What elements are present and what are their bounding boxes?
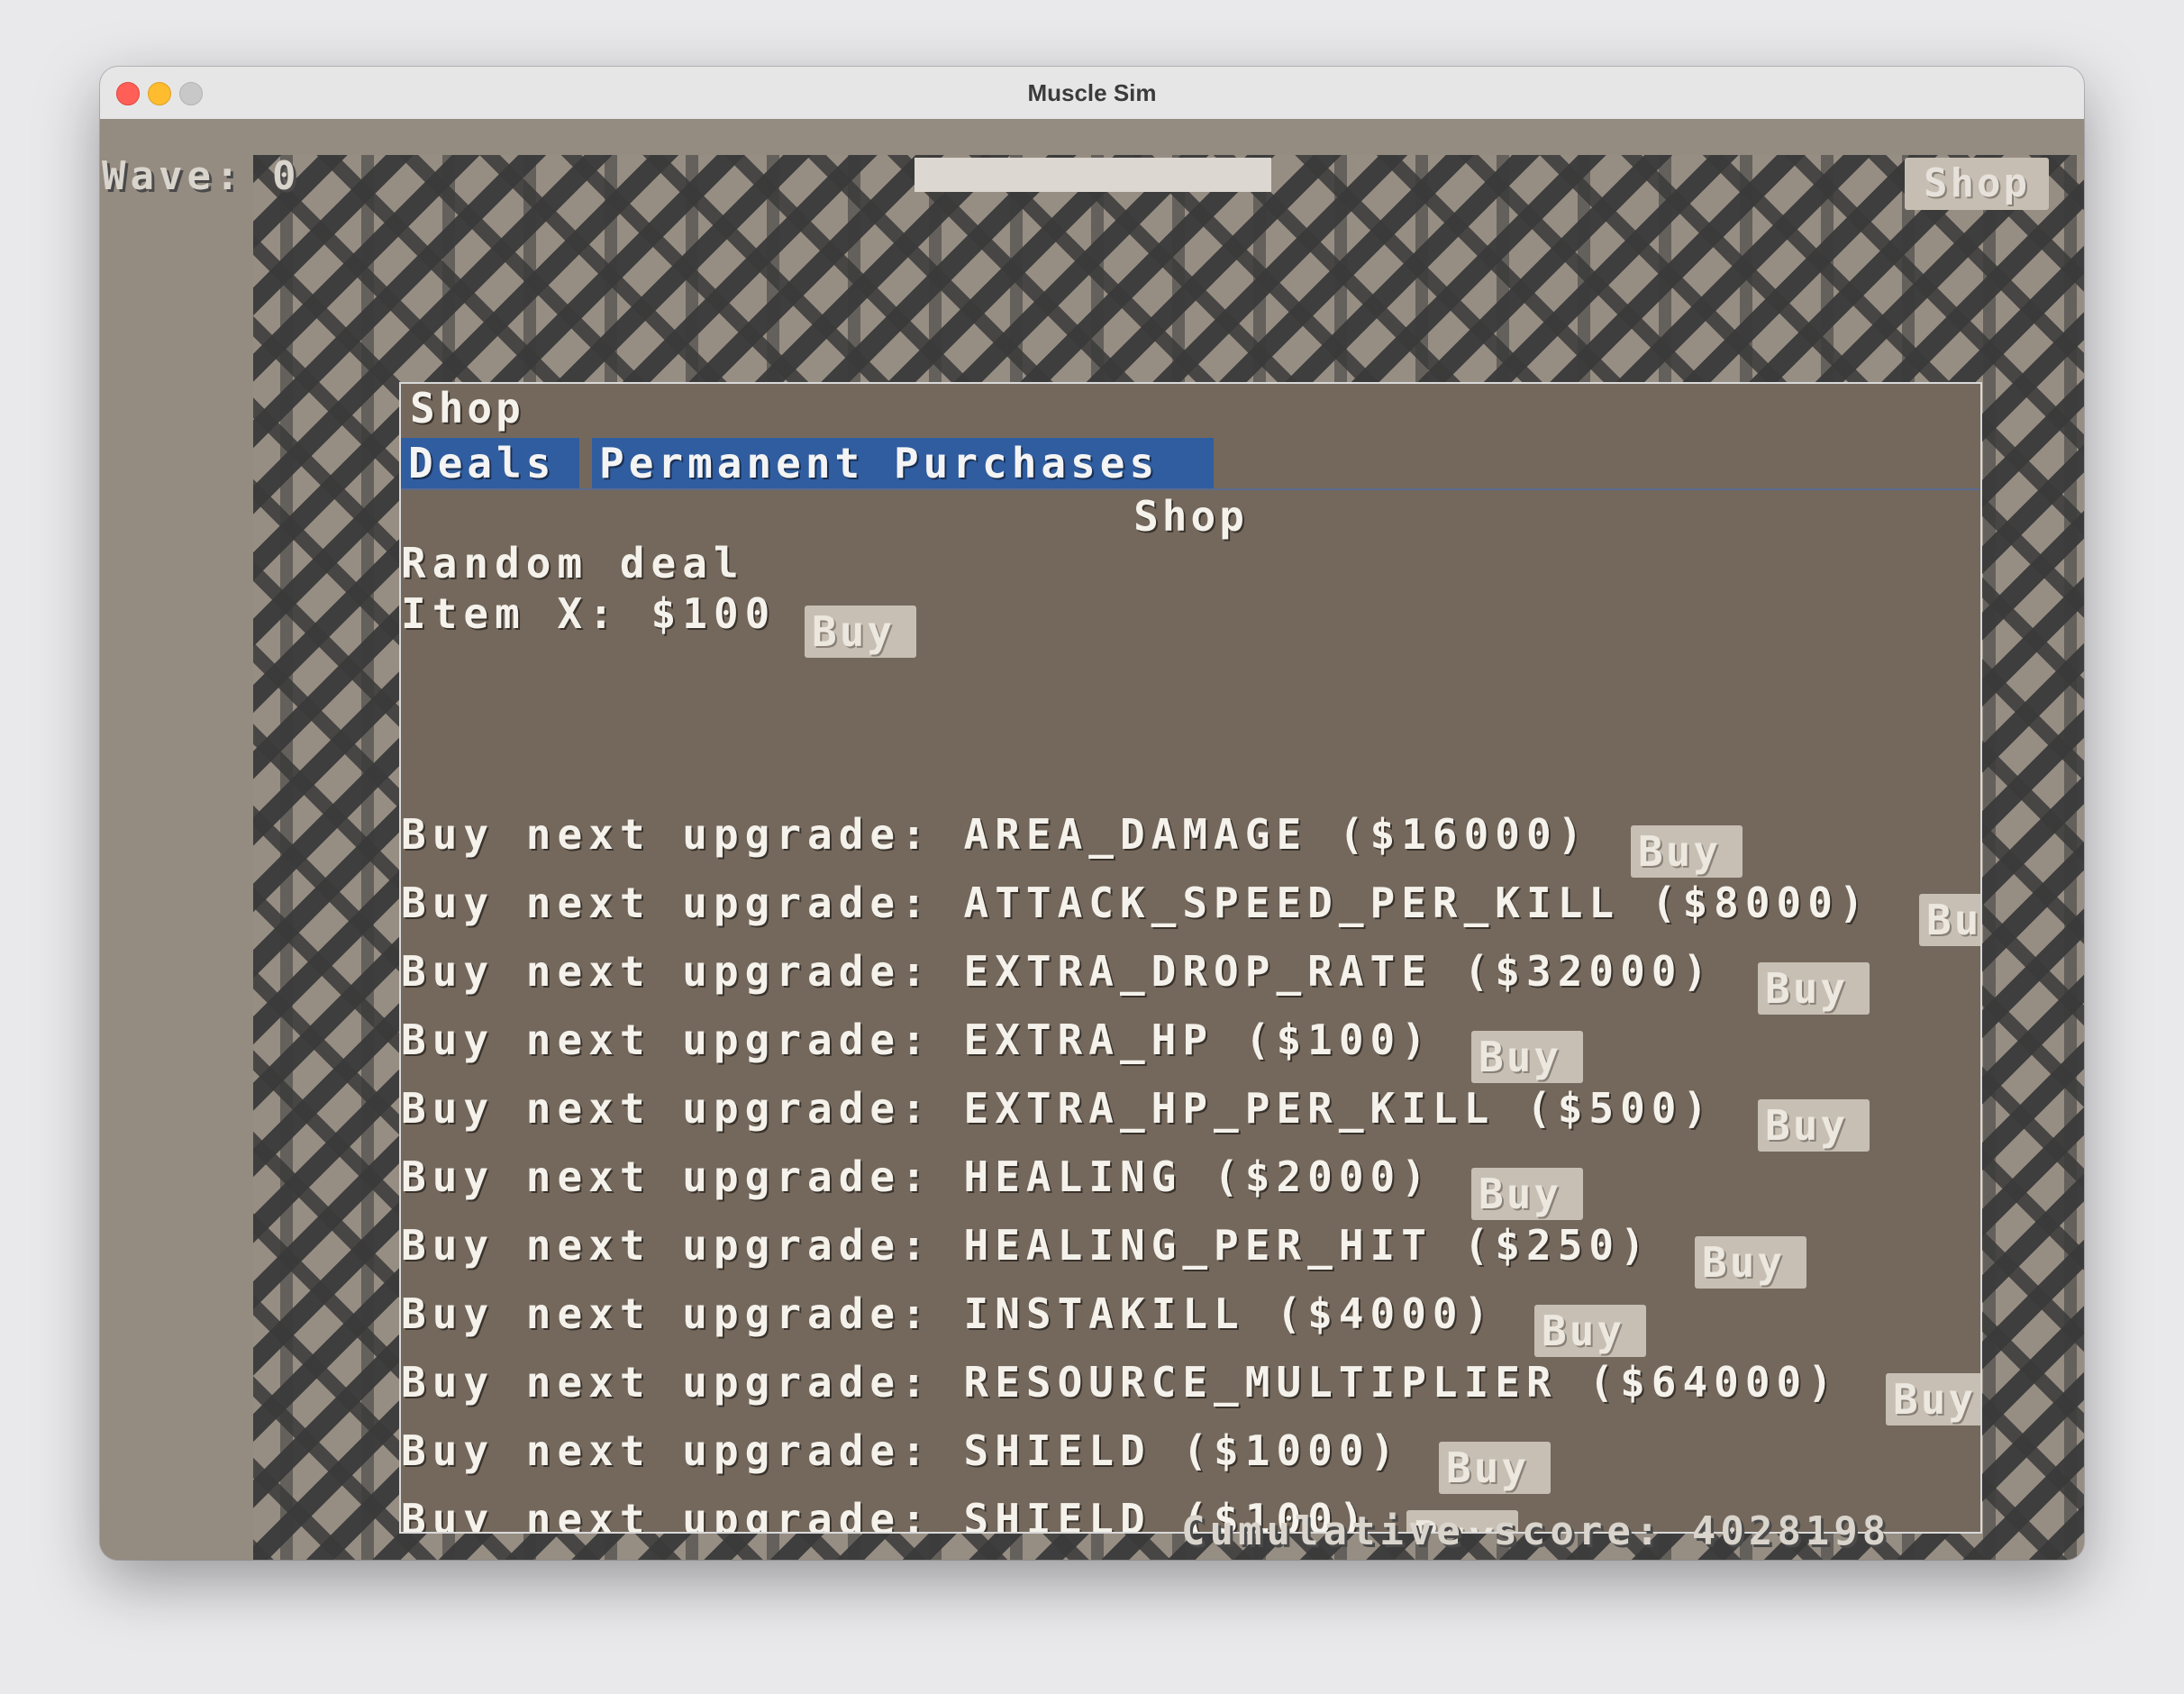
upgrade-extra-drop-rate-text: Buy next upgrade: EXTRA_DROP_RATE ($3200… xyxy=(401,947,1715,996)
random-item-text: Item X: $100 xyxy=(401,589,777,638)
upgrade-attack-speed-text: Buy next upgrade: ATTACK_SPEED_PER_KILL … xyxy=(401,879,1870,927)
title-bar: Muscle Sim xyxy=(100,67,2084,120)
wave-value: 0 xyxy=(271,153,301,199)
game-canvas[interactable]: Wave: 0 Shop Shop Deals Permanent Purcha… xyxy=(100,119,2084,1560)
upgrade-instakill-text: Buy next upgrade: INSTAKILL ($4000) xyxy=(401,1289,1496,1338)
window-title: Muscle Sim xyxy=(1027,79,1157,106)
shop-panel-title: Shop xyxy=(410,384,524,433)
shop-tabs: Deals Permanent Purchases xyxy=(401,438,1980,490)
shop-toggle-button[interactable]: Shop xyxy=(1905,158,2049,210)
buy-shield-button[interactable]: Buy xyxy=(1439,1442,1551,1494)
upgrade-healing-per-hit-text: Buy next upgrade: HEALING_PER_HIT ($250) xyxy=(401,1221,1652,1270)
buy-healing-per-hit-button[interactable]: Buy xyxy=(1695,1236,1806,1289)
buy-extra-hp-per-kill-button[interactable]: Buy xyxy=(1758,1099,1870,1152)
buy-area-damage-button[interactable]: Buy xyxy=(1631,825,1743,878)
buy-resource-multiplier-button[interactable]: Buy xyxy=(1886,1373,1980,1425)
upgrade-area-damage-text: Buy next upgrade: AREA_DAMAGE ($16000) xyxy=(401,810,1589,859)
upgrade-extra-hp-text: Buy next upgrade: EXTRA_HP ($100) xyxy=(401,1015,1433,1064)
shop-heading: Shop xyxy=(1133,492,1248,541)
buy-extra-hp-button[interactable]: Buy xyxy=(1471,1031,1583,1083)
score-value: 4028198 xyxy=(1691,1508,1891,1554)
upgrade-resource-multiplier-text: Buy next upgrade: RESOURCE_MULTIPLIER ($… xyxy=(401,1358,1839,1407)
buy-attack-speed-button[interactable]: Buy xyxy=(1919,894,1980,946)
wave-label: Wave: xyxy=(102,153,244,199)
health-bar xyxy=(915,158,1271,192)
wave-counter: Wave: 0 xyxy=(102,153,300,199)
upgrade-shield-text: Buy next upgrade: SHIELD ($1000) xyxy=(401,1426,1402,1475)
cumulative-score: Cumulative score: 4028198 xyxy=(1181,1508,1890,1554)
upgrade-healing-text: Buy next upgrade: HEALING ($2000) xyxy=(401,1152,1433,1201)
shop-panel: Shop Deals Permanent Purchases Shop Rand… xyxy=(399,382,1982,1534)
tab-deals[interactable]: Deals xyxy=(401,438,579,488)
tab-permanent-purchases[interactable]: Permanent Purchases xyxy=(592,438,1214,488)
app-window: Muscle Sim Wave: 0 Shop Shop Deals Perma… xyxy=(100,67,2084,1560)
score-label: Cumulative score: xyxy=(1181,1508,1664,1554)
buy-instakill-button[interactable]: Buy xyxy=(1534,1305,1646,1357)
buy-healing-button[interactable]: Buy xyxy=(1471,1168,1583,1220)
buy-extra-drop-rate-button[interactable]: Buy xyxy=(1758,962,1870,1015)
upgrade-extra-hp-per-kill-text: Buy next upgrade: EXTRA_HP_PER_KILL ($50… xyxy=(401,1084,1715,1133)
buy-random-item-button[interactable]: Buy xyxy=(805,606,916,658)
random-deal-label: Random deal xyxy=(401,539,745,587)
